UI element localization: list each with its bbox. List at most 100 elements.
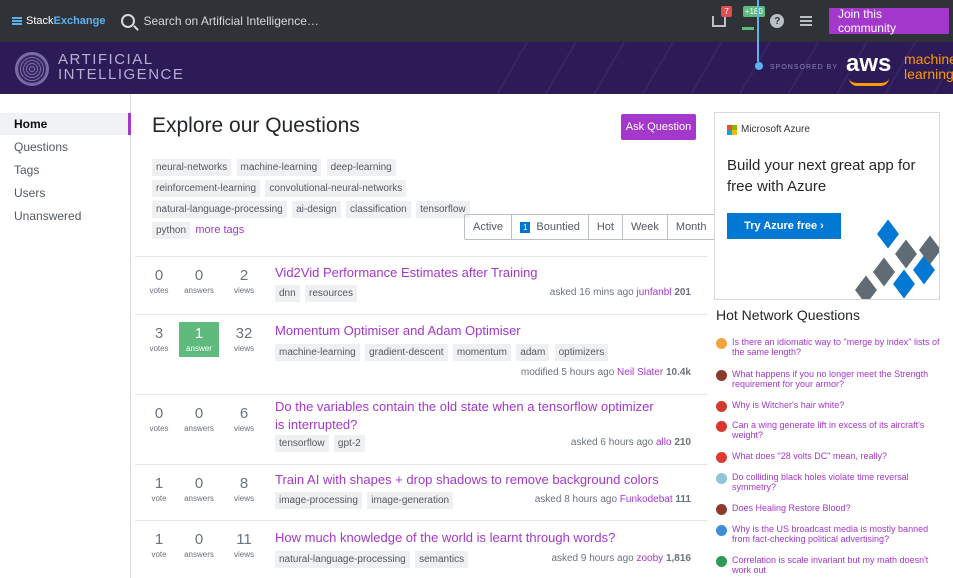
azure-ad[interactable]: Microsoft Azure Build your next great ap… bbox=[714, 112, 940, 300]
site-logo[interactable]: ARTIFICIAL INTELLIGENCE bbox=[58, 52, 184, 82]
hnq-item[interactable]: Do colliding black holes violate time re… bbox=[716, 472, 944, 492]
search-box bbox=[121, 6, 704, 36]
tag[interactable]: machine-learning bbox=[236, 159, 322, 176]
hnq-link[interactable]: Correlation is scale invariant but my ma… bbox=[732, 555, 944, 575]
tag[interactable]: gradient-descent bbox=[365, 344, 448, 361]
tab-month[interactable]: Month bbox=[668, 215, 715, 239]
sponsored-by-label: SPONSORED BY bbox=[770, 64, 839, 71]
tag[interactable]: deep-learning bbox=[326, 159, 396, 176]
hnq-item[interactable]: Why is Witcher's hair white? bbox=[716, 400, 944, 412]
tag[interactable]: reinforcement-learning bbox=[152, 180, 261, 197]
tag[interactable]: convolutional-neural-networks bbox=[265, 180, 407, 197]
tag[interactable]: python bbox=[152, 222, 191, 239]
hnq-item[interactable]: Why is the US broadcast media is mostly … bbox=[716, 524, 944, 544]
site-icon bbox=[716, 556, 727, 567]
question-row: 3 votes 1 answer 32 views Momentum Optimise… bbox=[135, 314, 707, 394]
hnq-link[interactable]: What happens if you no longer meet the S… bbox=[732, 369, 944, 389]
tag[interactable]: gpt-2 bbox=[333, 435, 365, 452]
sidebar-item-home[interactable]: Home bbox=[0, 113, 131, 135]
tag[interactable]: momentum bbox=[452, 344, 511, 361]
hnq-link[interactable]: What does "28 volts DC" mean, really? bbox=[732, 451, 887, 463]
question-title[interactable]: Vid2Vid Performance Estimates after Trai… bbox=[275, 264, 665, 282]
more-tags-link[interactable]: more tags bbox=[195, 224, 244, 236]
hnq-item[interactable]: What does "28 volts DC" mean, really? bbox=[716, 451, 944, 463]
site-icon bbox=[716, 421, 727, 432]
tag[interactable]: image-generation bbox=[367, 492, 454, 509]
tag[interactable]: natural-language-processing bbox=[152, 201, 287, 218]
tag[interactable]: resources bbox=[305, 285, 357, 302]
hnq-link[interactable]: Why is the US broadcast media is mostly … bbox=[732, 524, 944, 544]
hamburger-icon bbox=[12, 17, 22, 25]
inbox-button[interactable]: 7 bbox=[705, 0, 734, 42]
site-icon bbox=[716, 452, 727, 463]
join-community-button[interactable]: Join this community bbox=[828, 7, 949, 35]
user-link[interactable]: allo bbox=[656, 437, 672, 448]
question-title[interactable]: Train AI with shapes + drop shadows to r… bbox=[275, 471, 665, 489]
tag[interactable]: dnn bbox=[275, 285, 300, 302]
site-icon bbox=[716, 525, 727, 536]
tag[interactable]: image-processing bbox=[275, 492, 362, 509]
tag[interactable]: machine-learning bbox=[275, 344, 360, 361]
user-link[interactable]: Neil Slater bbox=[617, 367, 663, 378]
page-title: Explore our Questions bbox=[152, 114, 360, 137]
sidebar-item-unanswered[interactable]: Unanswered bbox=[0, 205, 131, 227]
hnq-link[interactable]: Do colliding black holes violate time re… bbox=[732, 472, 944, 492]
tag[interactable]: neural-networks bbox=[152, 159, 232, 176]
tag[interactable]: ai-design bbox=[292, 201, 341, 218]
view-count: 8 views bbox=[233, 475, 254, 503]
tag[interactable]: optimizers bbox=[554, 344, 609, 361]
tag[interactable]: classification bbox=[346, 201, 411, 218]
site-icon bbox=[716, 338, 727, 349]
tab-bountied[interactable]: 1 Bountied bbox=[512, 215, 589, 239]
site-switcher-button[interactable] bbox=[792, 0, 821, 42]
user-link[interactable]: Funkodebat bbox=[620, 494, 673, 505]
tag[interactable]: tensorflow bbox=[275, 435, 329, 452]
hnq-item[interactable]: Correlation is scale invariant but my ma… bbox=[716, 555, 944, 575]
answer-count: 0 answers bbox=[184, 475, 214, 503]
hnq-item[interactable]: Can a wing generate lift in excess of it… bbox=[716, 420, 944, 440]
ask-question-button[interactable]: Ask Question bbox=[621, 114, 696, 140]
hnq-item[interactable]: What happens if you no longer meet the S… bbox=[716, 369, 944, 389]
hnq-item[interactable]: Is there an idiomatic way to "merge by i… bbox=[716, 337, 944, 357]
vote-count: 3 votes bbox=[149, 325, 169, 353]
question-tags: image-processing image-generation bbox=[275, 492, 455, 513]
sidebar-item-users[interactable]: Users bbox=[0, 182, 131, 204]
help-button[interactable]: ? bbox=[763, 0, 792, 42]
tag[interactable]: tensorflow bbox=[416, 201, 470, 218]
cube-icon bbox=[873, 257, 895, 287]
sidebar-item-tags[interactable]: Tags bbox=[0, 159, 131, 181]
view-count: 11 views bbox=[233, 531, 254, 559]
site-switcher-icon bbox=[800, 16, 813, 26]
tag[interactable]: adam bbox=[516, 344, 550, 361]
user-link[interactable]: zooby bbox=[637, 553, 664, 564]
tag[interactable]: natural-language-processing bbox=[275, 551, 410, 568]
question-meta: asked 16 mins ago junfanbl 201 bbox=[549, 287, 691, 298]
aws-logo[interactable]: aws bbox=[846, 50, 891, 78]
machine-learning-label: machine learning bbox=[904, 52, 953, 82]
question-meta: asked 6 hours ago allo 210 bbox=[570, 437, 691, 448]
hnq-item[interactable]: Does Healing Restore Blood? bbox=[716, 503, 944, 515]
sidebar-item-questions[interactable]: Questions bbox=[0, 136, 131, 158]
tab-hot[interactable]: Hot bbox=[589, 215, 623, 239]
ad-headline: Build your next great app for free with … bbox=[727, 157, 916, 195]
hnq-link[interactable]: Is there an idiomatic way to "merge by i… bbox=[732, 337, 944, 357]
stackexchange-logo[interactable]: Stack Exchange bbox=[0, 0, 115, 42]
pin-dot-decoration bbox=[755, 62, 763, 70]
question-title[interactable]: Do the variables contain the old state w… bbox=[275, 398, 655, 434]
hnq-link[interactable]: Can a wing generate lift in excess of it… bbox=[732, 420, 944, 440]
question-title[interactable]: Momentum Optimiser and Adam Optimiser bbox=[275, 322, 665, 340]
hnq-link[interactable]: Why is Witcher's hair white? bbox=[732, 400, 844, 412]
vote-count: 0 votes bbox=[149, 267, 169, 295]
help-icon: ? bbox=[770, 14, 785, 28]
hnq-link[interactable]: Does Healing Restore Blood? bbox=[732, 503, 851, 515]
site-name-line2: INTELLIGENCE bbox=[58, 66, 185, 83]
search-input[interactable] bbox=[143, 14, 704, 28]
tab-week[interactable]: Week bbox=[623, 215, 668, 239]
try-azure-button[interactable]: Try Azure free › bbox=[727, 213, 841, 239]
question-title[interactable]: How much knowledge of the world is learn… bbox=[275, 529, 665, 547]
bounty-count-badge: 1 bbox=[519, 221, 531, 233]
user-link[interactable]: junfanbl bbox=[637, 287, 672, 298]
tag[interactable]: semantics bbox=[415, 551, 469, 568]
answer-count: 0 answers bbox=[184, 267, 214, 295]
tab-active[interactable]: Active bbox=[465, 215, 512, 239]
